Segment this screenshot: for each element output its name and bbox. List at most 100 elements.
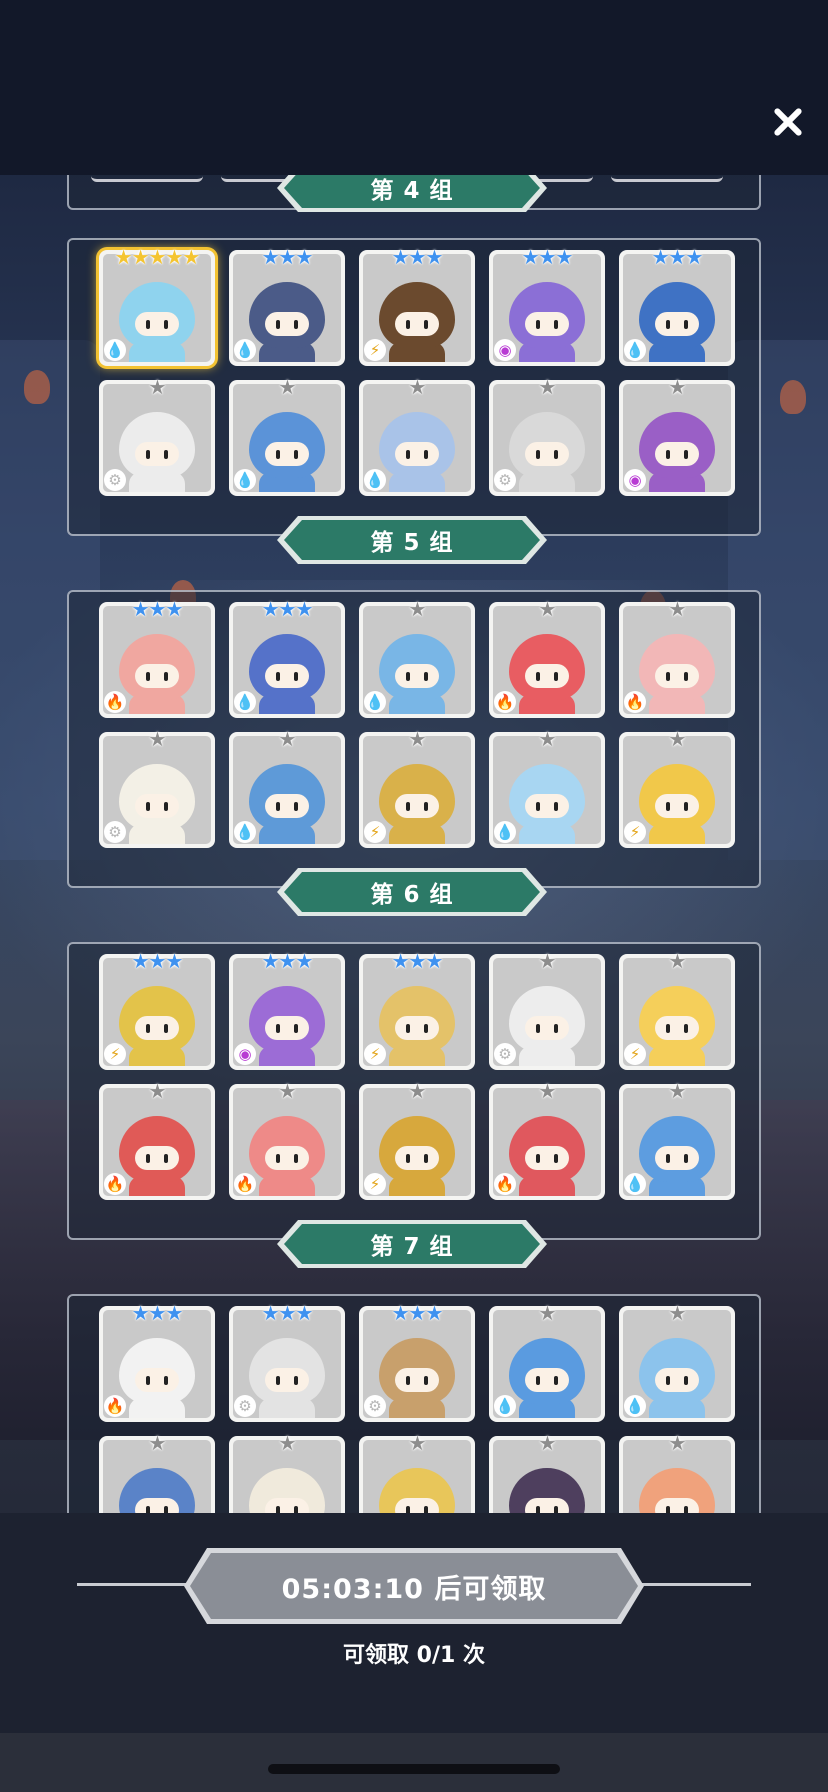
- hero-card[interactable]: ★🔥: [619, 1432, 735, 1513]
- claim-button[interactable]: 05:03:10 后可领取: [183, 1547, 645, 1625]
- hero-card[interactable]: ★★★ ◉: [489, 246, 605, 366]
- light-element-icon: ⚙: [234, 1395, 256, 1417]
- hero-eye: [424, 671, 428, 681]
- hero-avatar: [119, 1115, 195, 1196]
- hero-card[interactable]: ★⚡: [619, 950, 735, 1070]
- hero-eye: [424, 801, 428, 811]
- star-rating-icon: ★★★: [261, 597, 314, 621]
- hero-card[interactable]: ★🔥: [99, 1080, 215, 1200]
- hero-avatar: [379, 1467, 455, 1513]
- hero-face: [135, 1367, 179, 1392]
- hero-card[interactable]: ★◉: [489, 1432, 605, 1513]
- hero-card[interactable]: ★◉: [619, 376, 735, 496]
- hero-card[interactable]: ★💧: [359, 598, 475, 718]
- star-rating-icon: ★: [668, 375, 687, 399]
- hero-face: [135, 793, 179, 818]
- hero-card[interactable]: ★🔥: [229, 1080, 345, 1200]
- hero-avatar: [119, 281, 195, 362]
- water-element-icon: 💧: [494, 821, 516, 843]
- hero-eye: [554, 1023, 558, 1033]
- hero-card[interactable]: ★💧: [619, 1302, 735, 1422]
- hero-eye: [164, 449, 168, 459]
- star-rating-icon: ★★★: [391, 245, 444, 269]
- hero-card[interactable]: ★⚡: [359, 728, 475, 848]
- hero-face: [655, 663, 699, 688]
- water-element-icon: 💧: [364, 469, 386, 491]
- hero-eye: [684, 319, 688, 329]
- hero-eye: [554, 1505, 558, 1513]
- hero-card[interactable]: ★⚙: [489, 376, 605, 496]
- hero-card[interactable]: ★⚡: [359, 1432, 475, 1513]
- thunder-element-icon: ⚡: [364, 339, 386, 361]
- hero-card[interactable]: ★⚙: [229, 1432, 345, 1513]
- hero-card[interactable]: ★★★ ⚙: [229, 1302, 345, 1422]
- hero-eye: [554, 449, 558, 459]
- hero-card[interactable]: ★💧: [359, 376, 475, 496]
- group-title-label: 第 7 组: [370, 1234, 454, 1260]
- hero-avatar: [379, 411, 455, 492]
- hero-eye: [554, 671, 558, 681]
- star-rating-icon: ★: [408, 1431, 427, 1455]
- hero-card[interactable]: ★★★★★ 💧: [99, 246, 215, 366]
- hero-avatar: [639, 281, 715, 362]
- hero-eye: [536, 801, 540, 811]
- light-element-icon: ⚙: [494, 1043, 516, 1065]
- claim-button-label: 05:03:10 后可领取: [281, 1573, 547, 1605]
- group-title-banner: 第 6 组: [276, 867, 548, 917]
- group-list[interactable]: 第 4 组 ★★★★★ 💧 ★★★ 💧 ★★★ ⚡ ★★★ ◉ ★★★ 💧 ★ ⚙ ★ 💧 ★ 💧 ★ ⚙ ★ ◉ 第 5…: [0, 175, 828, 1513]
- star-rating-icon: ★★★: [131, 949, 184, 973]
- hero-eye: [666, 1375, 670, 1385]
- hero-eye: [666, 1505, 670, 1513]
- hero-card[interactable]: ★★★ ◉: [229, 950, 345, 1070]
- hero-eye: [164, 1375, 168, 1385]
- dark-element-icon: ◉: [624, 469, 646, 491]
- hero-card[interactable]: ★★★ ⚙: [359, 1302, 475, 1422]
- hero-card[interactable]: ★⚙: [489, 950, 605, 1070]
- hero-eye: [666, 1023, 670, 1033]
- hero-face: [265, 663, 309, 688]
- hero-avatar: [509, 411, 585, 492]
- hero-avatar: [119, 1337, 195, 1418]
- hero-card[interactable]: ★★★ 🔥: [99, 598, 215, 718]
- hero-card[interactable]: ★★★ ⚡: [359, 246, 475, 366]
- group-frame: ★★★ 🔥 ★★★ 💧 ★ 💧 ★ 🔥 ★ 🔥 ★ ⚙ ★ 💧 ★ ⚡ ★ 💧 ★ ⚡: [67, 590, 761, 888]
- hero-card[interactable]: ★💧: [619, 1080, 735, 1200]
- hero-card[interactable]: ★★★ ⚡: [359, 950, 475, 1070]
- hero-card[interactable]: ★⚡: [359, 1080, 475, 1200]
- fire-element-icon: 🔥: [104, 691, 126, 713]
- hero-eye: [146, 801, 150, 811]
- hero-avatar: [509, 1337, 585, 1418]
- hero-eye: [554, 319, 558, 329]
- hero-avatar: [249, 1467, 325, 1513]
- water-element-icon: 💧: [234, 821, 256, 843]
- star-rating-icon: ★★★: [131, 1301, 184, 1325]
- hero-card[interactable]: ★★★ 💧: [229, 598, 345, 718]
- hero-card[interactable]: ★💧: [99, 1432, 215, 1513]
- hero-card[interactable]: ★★★ 💧: [619, 246, 735, 366]
- hero-card[interactable]: ★💧: [229, 376, 345, 496]
- hero-card[interactable]: ★⚙: [99, 376, 215, 496]
- hero-card[interactable]: ★💧: [489, 728, 605, 848]
- hero-avatar: [249, 411, 325, 492]
- hero-card[interactable]: ★💧: [229, 728, 345, 848]
- fire-element-icon: 🔥: [494, 691, 516, 713]
- hero-card[interactable]: ★💧: [489, 1302, 605, 1422]
- hero-card[interactable]: ★🔥: [619, 598, 735, 718]
- hero-card[interactable]: ★🔥: [489, 598, 605, 718]
- hero-avatar: [119, 763, 195, 844]
- hero-eye: [164, 319, 168, 329]
- divider-right: [631, 1583, 751, 1586]
- hero-card[interactable]: ★★★ 💧: [229, 246, 345, 366]
- hero-eye: [536, 319, 540, 329]
- hero-card[interactable]: ★⚡: [619, 728, 735, 848]
- hero-face: [135, 1497, 179, 1513]
- close-button[interactable]: [766, 100, 810, 144]
- light-element-icon: ⚙: [104, 821, 126, 843]
- thunder-element-icon: ⚡: [624, 821, 646, 843]
- hero-card[interactable]: ★★★ 🔥: [99, 1302, 215, 1422]
- hero-card[interactable]: ★⚙: [99, 728, 215, 848]
- hero-eye: [276, 1023, 280, 1033]
- hero-eye: [294, 1023, 298, 1033]
- hero-card[interactable]: ★🔥: [489, 1080, 605, 1200]
- hero-card[interactable]: ★★★ ⚡: [99, 950, 215, 1070]
